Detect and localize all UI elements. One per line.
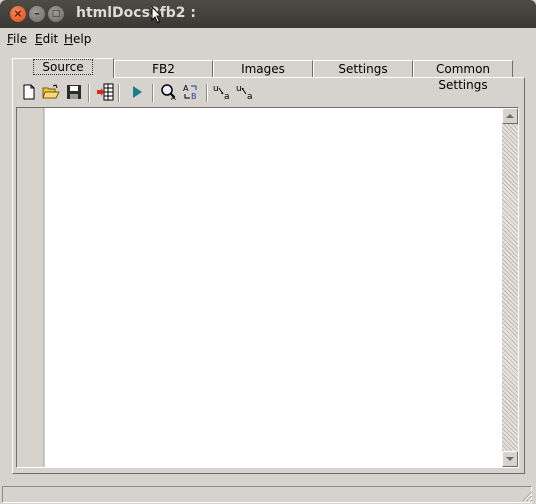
menu-help-label: Help (64, 32, 92, 46)
close-window-button[interactable]: × (10, 6, 26, 22)
vertical-scrollbar[interactable] (502, 108, 518, 467)
window-title: htmlDocs2fb2 : (76, 5, 196, 21)
tab-fb2[interactable]: FB2 (114, 60, 213, 78)
svg-text:B: B (191, 92, 197, 101)
menu-file[interactable]: File (7, 32, 27, 46)
scroll-up-button[interactable] (502, 108, 518, 124)
open-folder-icon (42, 84, 60, 99)
toolbar-separator (206, 84, 208, 102)
save-button[interactable] (64, 82, 84, 102)
tab-source[interactable]: Source (12, 58, 114, 78)
open-file-button[interactable] (41, 82, 61, 102)
arrow-down-icon (506, 457, 514, 461)
find-icon: A (161, 84, 176, 101)
replace-icon: AB (183, 84, 197, 101)
svg-text:u: u (213, 84, 219, 94)
tab-settings-label: Settings (338, 62, 388, 76)
toolbar: A AB ua ua (14, 80, 519, 106)
menu-help[interactable]: Help (64, 32, 91, 46)
close-icon: × (13, 7, 23, 20)
save-icon (67, 85, 81, 99)
lowercase-button[interactable]: ua (212, 82, 232, 102)
convert-icon (97, 83, 114, 101)
title-bar[interactable]: × – □ htmlDocs2fb2 : (0, 0, 536, 28)
toolbar-separator (88, 84, 90, 102)
menu-edit-label: Edit (35, 32, 59, 46)
uppercase-icon: ua (236, 84, 253, 101)
resize-grip-icon[interactable] (521, 490, 533, 502)
toolbar-separator (152, 84, 154, 102)
convert-button[interactable] (95, 82, 115, 102)
replace-button[interactable]: AB (181, 82, 201, 102)
mouse-cursor-icon (151, 6, 163, 24)
find-button[interactable]: A (159, 82, 179, 102)
minimize-icon: – (34, 7, 40, 20)
lowercase-icon: ua (213, 84, 230, 101)
maximize-icon: □ (51, 9, 61, 19)
source-editor[interactable] (45, 108, 502, 467)
new-file-button[interactable] (19, 82, 39, 102)
arrow-up-icon (506, 114, 514, 118)
tab-settings[interactable]: Settings (313, 60, 413, 78)
menu-file-label: File (7, 32, 28, 46)
uppercase-button[interactable]: ua (235, 82, 255, 102)
new-file-icon (23, 84, 35, 100)
toolbar-separator (118, 84, 120, 102)
status-text (2, 486, 532, 503)
svg-text:A: A (171, 94, 176, 101)
svg-text:a: a (224, 92, 230, 101)
run-button[interactable] (127, 82, 147, 102)
tab-fb2-label: FB2 (152, 62, 175, 76)
minimize-window-button[interactable]: – (29, 6, 45, 22)
svg-text:a: a (247, 92, 253, 101)
menu-bar: File Edit Help (0, 28, 536, 50)
svg-text:A: A (183, 84, 189, 93)
tab-images-label: Images (241, 62, 285, 76)
tab-source-label: Source (33, 59, 93, 75)
tab-images[interactable]: Images (213, 60, 313, 78)
tab-common-settings[interactable]: Common Settings (413, 60, 513, 92)
maximize-window-button[interactable]: □ (48, 6, 64, 22)
status-bar (0, 484, 536, 504)
tab-strip: Source FB2 Images Settings Common Settin… (12, 58, 524, 92)
svg-text:u: u (236, 84, 242, 94)
line-number-gutter (17, 108, 44, 467)
menu-edit[interactable]: Edit (35, 32, 58, 46)
run-icon (133, 86, 142, 98)
scroll-down-button[interactable] (502, 451, 518, 467)
